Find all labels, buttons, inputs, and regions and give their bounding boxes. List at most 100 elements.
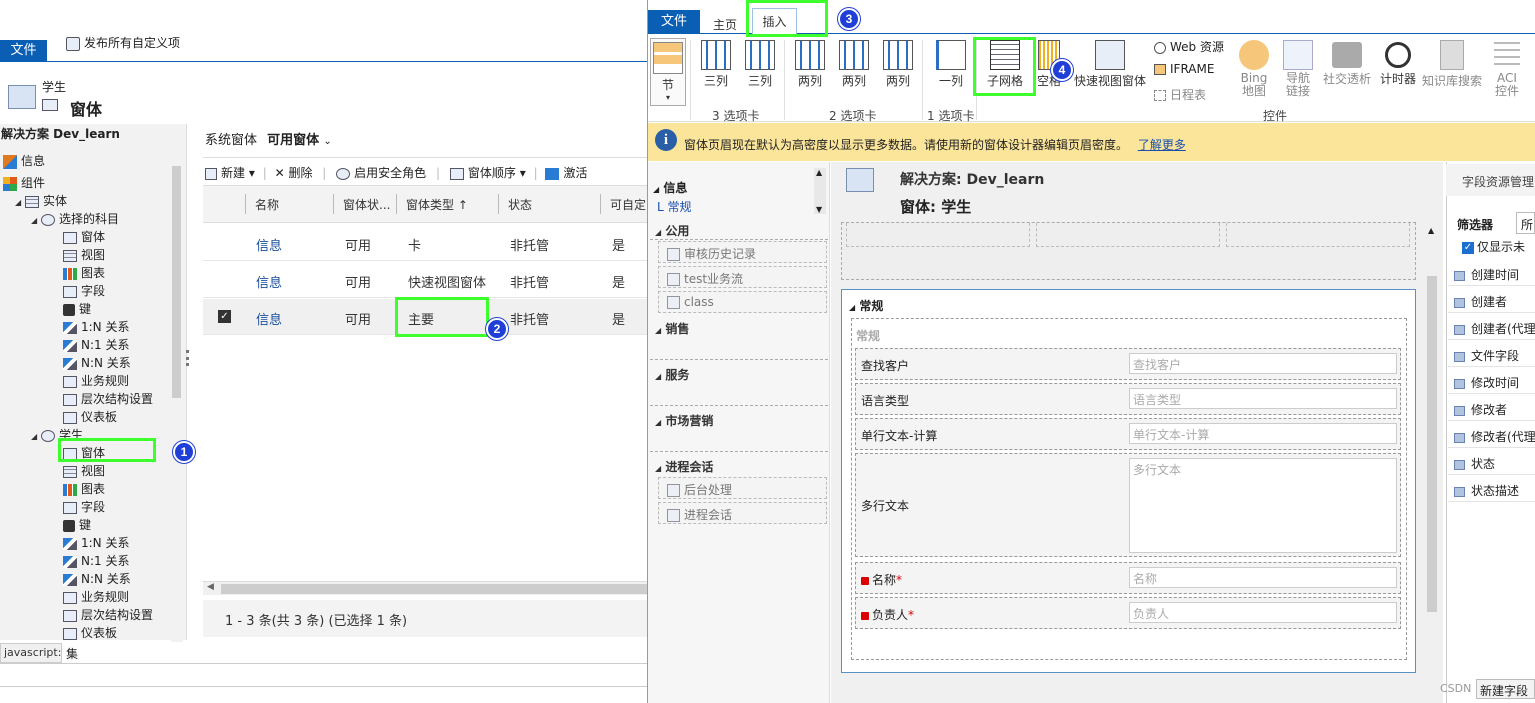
activate-button[interactable]: 激活 (545, 166, 587, 180)
column-header-4[interactable]: 可自定 (610, 196, 646, 213)
field-list-item[interactable]: 修改时间 (1448, 368, 1535, 394)
quickview-button[interactable]: 快速视图窗体 (1072, 40, 1148, 89)
nav-section-marketing[interactable]: ◢ 市场营销 (650, 412, 828, 452)
grid-h-scrollbar[interactable]: ◀ (203, 581, 647, 595)
collapse-icon[interactable]: ◢ (15, 194, 25, 211)
field-list-item[interactable]: 创建者 (1448, 287, 1535, 313)
tree-scrollbar[interactable] (171, 152, 183, 642)
two-col-tab-1[interactable]: 两列 (790, 40, 830, 89)
ent2-item-7[interactable]: N:N 关系 (63, 571, 131, 588)
web-resource-button[interactable]: Web 资源 (1154, 38, 1224, 55)
ent2-item-4[interactable]: 键 (63, 517, 91, 534)
tree-info[interactable]: 信息 (3, 153, 45, 170)
field-list-item[interactable]: 创建时间 (1448, 260, 1535, 286)
form-field-row[interactable]: 查找客户 查找客户 (855, 348, 1401, 380)
tree-scroll-thumb[interactable] (172, 166, 181, 398)
nav-section-common[interactable]: ◢ 公用 (650, 222, 828, 240)
field-list-item[interactable]: 修改者 (1448, 395, 1535, 421)
field-input[interactable]: 查找客户 (1129, 353, 1397, 374)
nav-normal[interactable]: L 常规 (657, 198, 692, 215)
column-separator[interactable] (498, 194, 499, 214)
view-selector[interactable]: 可用窗体 (267, 133, 319, 148)
field-list-item[interactable]: 修改者(代理 (1448, 422, 1535, 448)
form-scroll-thumb[interactable] (1427, 276, 1437, 612)
ent1-item-10[interactable]: 仪表板 (63, 409, 117, 426)
field-list-item[interactable]: 创建者(代理 (1448, 314, 1535, 340)
section-button[interactable]: 节 ▾ (650, 38, 686, 106)
ent2-item-3[interactable]: 字段 (63, 499, 105, 516)
two-col-tab-3[interactable]: 两列 (878, 40, 918, 89)
file-tab[interactable]: 文件 (0, 40, 47, 62)
ent1-item-1[interactable]: 视图 (63, 247, 105, 264)
ent2-item-2[interactable]: 图表 (63, 481, 105, 498)
security-role-button[interactable]: 启用安全角色 (336, 166, 426, 180)
ent1-item-5[interactable]: 1:N 关系 (63, 319, 129, 336)
field-input[interactable]: 名称 (1129, 567, 1397, 588)
nav-item[interactable]: test业务流 (658, 266, 827, 288)
nav-section-process[interactable]: ◢ 进程会话 (650, 458, 828, 476)
grid-scroll-thumb[interactable] (221, 584, 647, 594)
new-field-button[interactable]: 新建字段 (1476, 679, 1535, 699)
scroll-up-icon[interactable]: ▲ (1428, 226, 1434, 235)
ent1-item-3[interactable]: 字段 (63, 283, 105, 300)
field-list-item[interactable]: 文件字段 (1448, 341, 1535, 367)
nav-section-sales[interactable]: ◢ 销售 (650, 320, 828, 360)
ent1-item-2[interactable]: 图表 (63, 265, 105, 282)
timer-button[interactable]: 计时器 (1376, 40, 1420, 87)
right-file-tab[interactable]: 文件 (648, 10, 700, 34)
form-order-button[interactable]: 窗体顺序 ▾ (449, 166, 526, 180)
two-col-tab-2[interactable]: 两列 (834, 40, 874, 89)
nav-info[interactable]: ◢ 信息 (653, 179, 687, 196)
ent1-item-7[interactable]: N:N 关系 (63, 355, 131, 372)
field-input[interactable]: 多行文本 (1129, 458, 1397, 553)
ent2-item-10[interactable]: 仪表板 (63, 625, 117, 642)
delete-button[interactable]: ✕ 删除 (275, 166, 313, 180)
field-list-item[interactable]: 状态描述 (1448, 476, 1535, 502)
field-input[interactable]: 负责人 (1129, 602, 1397, 623)
ent1-item-6[interactable]: N:1 关系 (63, 337, 129, 354)
chevron-down-icon[interactable]: ⌄ (323, 136, 331, 147)
column-separator[interactable] (396, 194, 397, 214)
column-header-3[interactable]: 状态 (508, 196, 532, 213)
nav-item[interactable]: 后台处理 (658, 477, 827, 499)
splitter-grip[interactable] (186, 350, 189, 366)
row-checkbox-checked-icon[interactable]: ✓ (218, 310, 231, 323)
checkbox-checked-icon[interactable]: ✓ (1462, 241, 1474, 254)
publish-button[interactable]: 发布所有自定义项 (66, 34, 180, 51)
filter-select[interactable]: 所 (1516, 212, 1535, 234)
ent1-item-8[interactable]: 业务规则 (63, 373, 129, 390)
ent2-item-9[interactable]: 层次结构设置 (63, 607, 153, 624)
learn-more-link[interactable]: 了解更多 (1138, 138, 1186, 152)
field-input[interactable]: 语言类型 (1129, 388, 1397, 409)
iframe-button[interactable]: IFRAME (1154, 62, 1214, 76)
row-name-link[interactable]: 信息 (256, 272, 282, 291)
new-button[interactable]: 新建 ▾ (205, 166, 255, 180)
field-input[interactable]: 单行文本-计算 (1129, 423, 1397, 444)
tree-entity-subject[interactable]: ◢ 选择的科目 (31, 211, 119, 228)
form-field-row[interactable]: 负责人* 负责人 (855, 597, 1401, 629)
nav-section-service[interactable]: ◢ 服务 (650, 366, 828, 406)
scroll-left-icon[interactable]: ◀ (207, 582, 214, 592)
field-list-item[interactable]: 状态 (1448, 449, 1535, 475)
collapse-icon[interactable]: ◢ (31, 212, 41, 229)
form-field-row[interactable]: 名称* 名称 (855, 562, 1401, 594)
ent1-item-0[interactable]: 窗体 (63, 229, 105, 246)
tab-home[interactable]: 主页 (713, 16, 737, 33)
ent1-item-4[interactable]: 键 (63, 301, 91, 318)
column-header-0[interactable]: 名称 (255, 196, 279, 213)
nav-item[interactable]: 审核历史记录 (658, 241, 827, 263)
nav-scrollbar[interactable]: ▲ ▼ (814, 168, 826, 214)
ent2-item-6[interactable]: N:1 关系 (63, 553, 129, 570)
row-name-link[interactable]: 信息 (256, 309, 282, 328)
form-field-row[interactable]: 多行文本 多行文本 (855, 453, 1401, 557)
column-header-2[interactable]: 窗体类型 ↑ (406, 196, 468, 213)
row-name-link[interactable]: 信息 (256, 235, 282, 254)
ent2-item-8[interactable]: 业务规则 (63, 589, 129, 606)
column-separator[interactable] (245, 194, 246, 214)
ent2-item-1[interactable]: 视图 (63, 463, 105, 480)
column-separator[interactable] (333, 194, 334, 214)
only-unused-checkbox[interactable]: ✓ 仅显示未 (1462, 238, 1525, 255)
one-col-tab[interactable]: 一列 (930, 40, 972, 89)
ent2-item-5[interactable]: 1:N 关系 (63, 535, 129, 552)
nav-item[interactable]: class (658, 291, 827, 313)
